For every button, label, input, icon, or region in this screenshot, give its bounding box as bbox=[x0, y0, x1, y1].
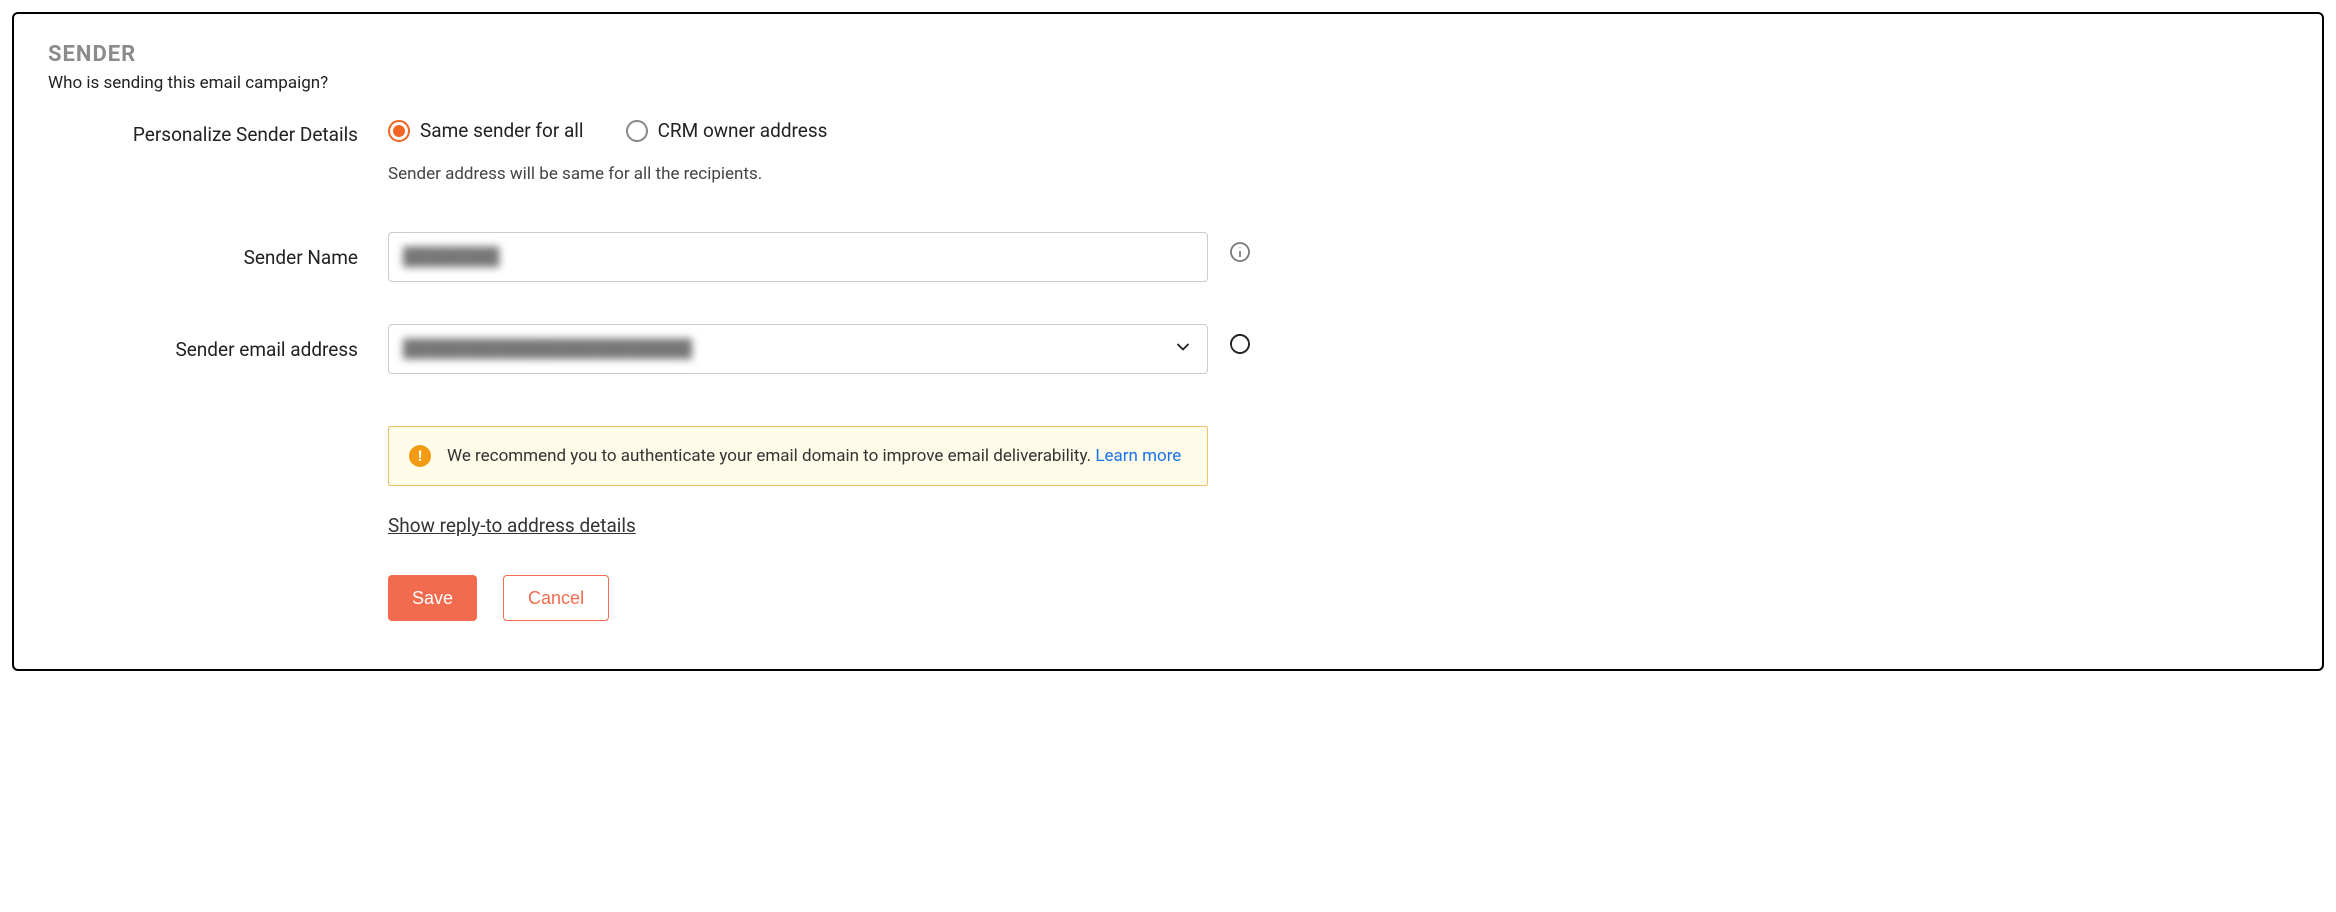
sender-name-input[interactable]: ████████ bbox=[388, 232, 1208, 282]
personalize-radio-group: Same sender for all CRM owner address bbox=[388, 119, 1208, 142]
section-title: SENDER bbox=[48, 42, 2288, 67]
learn-more-link[interactable]: Learn more bbox=[1095, 446, 1181, 466]
cancel-button[interactable]: Cancel bbox=[503, 575, 609, 621]
personalize-row: Personalize Sender Details Same sender f… bbox=[48, 119, 2288, 184]
sender-email-label: Sender email address bbox=[48, 324, 388, 361]
authenticate-alert: ! We recommend you to authenticate your … bbox=[388, 426, 1208, 486]
radio-same-sender-label: Same sender for all bbox=[420, 119, 584, 142]
sender-name-label: Sender Name bbox=[48, 232, 388, 269]
reply-to-row: Show reply-to address details bbox=[48, 514, 2288, 537]
sender-name-value: ████████ bbox=[403, 247, 499, 267]
personalize-help-text: Sender address will be same for all the … bbox=[388, 164, 1208, 184]
sender-name-row: Sender Name ████████ bbox=[48, 232, 2288, 282]
alert-text-wrap: We recommend you to authenticate your em… bbox=[447, 446, 1181, 466]
personalize-label: Personalize Sender Details bbox=[48, 119, 388, 146]
radio-crm-owner[interactable]: CRM owner address bbox=[626, 119, 828, 142]
radio-same-sender[interactable]: Same sender for all bbox=[388, 119, 584, 142]
radio-icon bbox=[388, 120, 410, 142]
show-reply-to-link[interactable]: Show reply-to address details bbox=[388, 514, 636, 537]
section-subtitle: Who is sending this email campaign? bbox=[48, 73, 2288, 93]
warning-icon: ! bbox=[409, 445, 431, 467]
radio-icon bbox=[626, 120, 648, 142]
sender-panel: SENDER Who is sending this email campaig… bbox=[12, 12, 2324, 671]
refresh-icon[interactable] bbox=[1228, 332, 1252, 356]
alert-row: ! We recommend you to authenticate your … bbox=[48, 426, 2288, 486]
button-row: Save Cancel bbox=[48, 575, 2288, 621]
radio-crm-owner-label: CRM owner address bbox=[658, 119, 828, 142]
save-button[interactable]: Save bbox=[388, 575, 477, 621]
chevron-down-icon bbox=[1173, 337, 1193, 362]
sender-email-row: Sender email address ███████████████████… bbox=[48, 324, 2288, 374]
sender-email-value: ████████████████████████ bbox=[403, 339, 692, 359]
sender-email-select[interactable]: ████████████████████████ bbox=[388, 324, 1208, 374]
info-icon[interactable] bbox=[1228, 240, 1252, 264]
alert-text: We recommend you to authenticate your em… bbox=[447, 446, 1095, 466]
